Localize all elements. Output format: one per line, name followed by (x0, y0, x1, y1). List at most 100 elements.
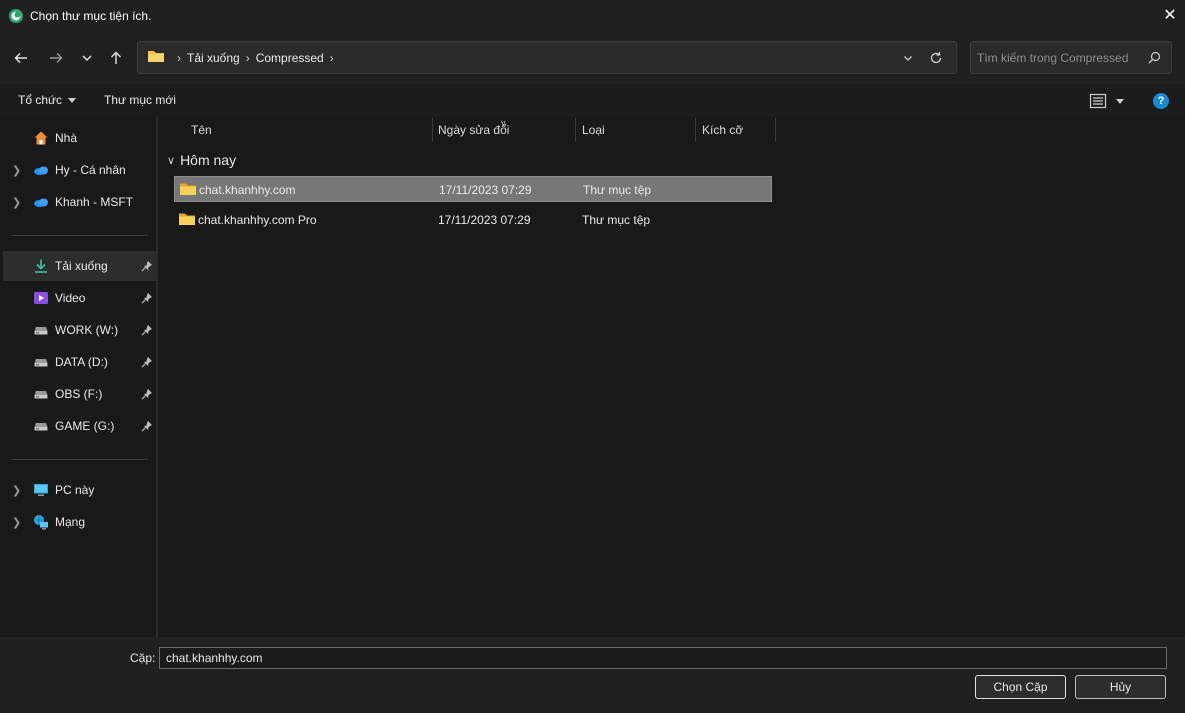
search-icon[interactable] (1148, 51, 1161, 67)
column-divider[interactable] (695, 118, 696, 142)
column-header-size[interactable]: Kích cỡ (702, 117, 743, 142)
onedrive-icon (33, 162, 49, 178)
new-folder-label: Thư mục mới (104, 93, 176, 107)
organize-menu[interactable]: Tổ chức (18, 93, 77, 107)
sidebar-item-label: Hy - Cá nhân (55, 163, 126, 177)
column-divider[interactable] (432, 118, 433, 142)
download-icon (33, 258, 49, 274)
sidebar-divider (10, 459, 148, 460)
column-header-date[interactable]: Ngày sửa đổi (438, 117, 509, 142)
column-header-label: Loại (582, 122, 605, 137)
sidebar-item-label: DATA (D:) (55, 355, 108, 369)
pin-icon[interactable] (141, 356, 153, 368)
sidebar-item-network[interactable]: ❯ Mạng (0, 507, 156, 537)
list-item[interactable]: chat.khanhhy.com 17/11/2023 07:29 Thư mụ… (174, 176, 772, 202)
refresh-icon (930, 51, 942, 63)
sidebar-item-drive-game[interactable]: GAME (G:) (0, 411, 156, 441)
folder-field-label: Cặp: (130, 651, 156, 665)
search-box[interactable] (970, 41, 1172, 74)
expand-chevron-icon[interactable]: ❯ (12, 516, 21, 529)
sidebar-item-label: GAME (G:) (55, 419, 115, 433)
sidebar-item-label: WORK (W:) (55, 323, 119, 337)
sidebar-item-drive-data[interactable]: DATA (D:) (0, 347, 156, 377)
drive-icon (33, 354, 49, 370)
sidebar-item-drive-work[interactable]: WORK (W:) (0, 315, 156, 345)
column-divider[interactable] (775, 118, 776, 142)
view-options-button[interactable] (1089, 93, 1124, 109)
new-folder-button[interactable]: Thư mục mới (104, 93, 176, 107)
folder-icon (178, 212, 196, 229)
help-button[interactable]: ? (1153, 93, 1169, 109)
sidebar-item-drive-obs[interactable]: OBS (F:) (0, 379, 156, 409)
column-header-label: Kích cỡ (702, 122, 744, 137)
expand-chevron-icon[interactable]: ❯ (12, 484, 21, 497)
pin-icon[interactable] (141, 324, 153, 336)
up-button[interactable] (104, 46, 128, 70)
refresh-button[interactable] (922, 51, 950, 65)
sidebar-item-onedrive-personal[interactable]: ❯ Hy - Cá nhân (0, 155, 156, 185)
sidebar-item-label: Mạng (55, 515, 86, 529)
pin-icon[interactable] (141, 388, 153, 400)
list-item[interactable]: chat.khanhhy.com Pro 17/11/2023 07:29 Th… (174, 207, 772, 233)
file-type: Thư mục tệp (583, 183, 652, 197)
group-header-label: Hôm nay (180, 152, 237, 168)
navigation-bar: › Tải xuống › Compressed › (0, 32, 1185, 84)
expand-chevron-icon[interactable]: ❯ (12, 196, 21, 209)
sidebar-item-this-pc[interactable]: ❯ PC này (0, 475, 156, 505)
group-header-today[interactable]: ∨ Hôm nay (167, 152, 236, 168)
command-bar: Tổ chức Thư mục mới ? (0, 84, 1185, 117)
drive-icon (33, 322, 49, 338)
pin-icon[interactable] (141, 260, 153, 272)
address-bar[interactable]: › Tải xuống › Compressed › (137, 41, 957, 74)
pin-icon[interactable] (141, 292, 153, 304)
network-icon (33, 514, 49, 530)
drive-icon (33, 386, 49, 402)
search-input[interactable] (977, 48, 1137, 68)
pin-icon[interactable] (141, 420, 153, 432)
sidebar-item-home[interactable]: Nhà (0, 123, 156, 153)
back-button[interactable] (9, 46, 33, 70)
folder-icon (179, 182, 197, 199)
column-divider[interactable] (575, 118, 576, 142)
chevron-down-icon (904, 55, 912, 61)
breadcrumb-separator: › (245, 50, 250, 65)
breadcrumb-compressed[interactable]: Compressed (256, 51, 324, 65)
sidebar-item-video[interactable]: Video (0, 283, 156, 313)
pc-icon (33, 482, 49, 498)
column-header-label: Ngày sửa đổi (438, 122, 510, 137)
file-list: ∨ Tên Ngày sửa đổi Loại Kích cỡ ∨ Hôm na… (160, 117, 1185, 637)
home-icon (33, 130, 49, 146)
sidebar-item-label: Video (55, 291, 86, 305)
breadcrumb-separator[interactable]: › (330, 51, 334, 65)
arrow-right-icon (50, 53, 63, 63)
folder-icon (147, 49, 165, 66)
column-header-type[interactable]: Loại (582, 117, 605, 142)
column-header-label: Tên (191, 122, 212, 137)
select-folder-button[interactable]: Chọn Cặp (975, 675, 1066, 699)
breadcrumb-downloads[interactable]: Tải xuống (187, 51, 240, 65)
sidebar-item-label: Khanh - MSFT (55, 195, 134, 209)
sidebar-item-downloads[interactable]: Tải xuống (3, 251, 156, 281)
sidebar-item-label: Nhà (55, 131, 78, 145)
chevron-down-icon[interactable]: ∨ (167, 154, 175, 167)
close-button[interactable]: ✕ (1155, 0, 1185, 30)
address-history-button[interactable] (894, 53, 922, 63)
cancel-button[interactable]: Hủy (1075, 675, 1166, 699)
forward-button[interactable] (44, 46, 68, 70)
column-header-name[interactable]: Tên (191, 117, 212, 142)
caret-down-icon (68, 97, 77, 103)
onedrive-icon (33, 194, 49, 210)
arrow-up-icon (111, 51, 121, 64)
navigation-pane: Nhà ❯ Hy - Cá nhân ❯ Khanh - MSFT Tải xu… (0, 117, 158, 637)
caret-down-icon (1116, 98, 1124, 104)
dialog-footer: Cặp: Chọn Cặp Hủy (0, 637, 1185, 713)
expand-chevron-icon[interactable]: ❯ (12, 164, 21, 177)
file-name: chat.khanhhy.com Pro (198, 213, 317, 227)
organize-label: Tổ chức (18, 93, 63, 107)
folder-name-field[interactable] (159, 647, 1167, 669)
details-view-icon (1089, 93, 1107, 109)
window-title: Chọn thư mục tiện ích. (30, 9, 152, 23)
sidebar-item-onedrive-msft[interactable]: ❯ Khanh - MSFT (0, 187, 156, 217)
recent-locations-button[interactable] (75, 46, 99, 70)
sidebar-divider (10, 235, 148, 236)
